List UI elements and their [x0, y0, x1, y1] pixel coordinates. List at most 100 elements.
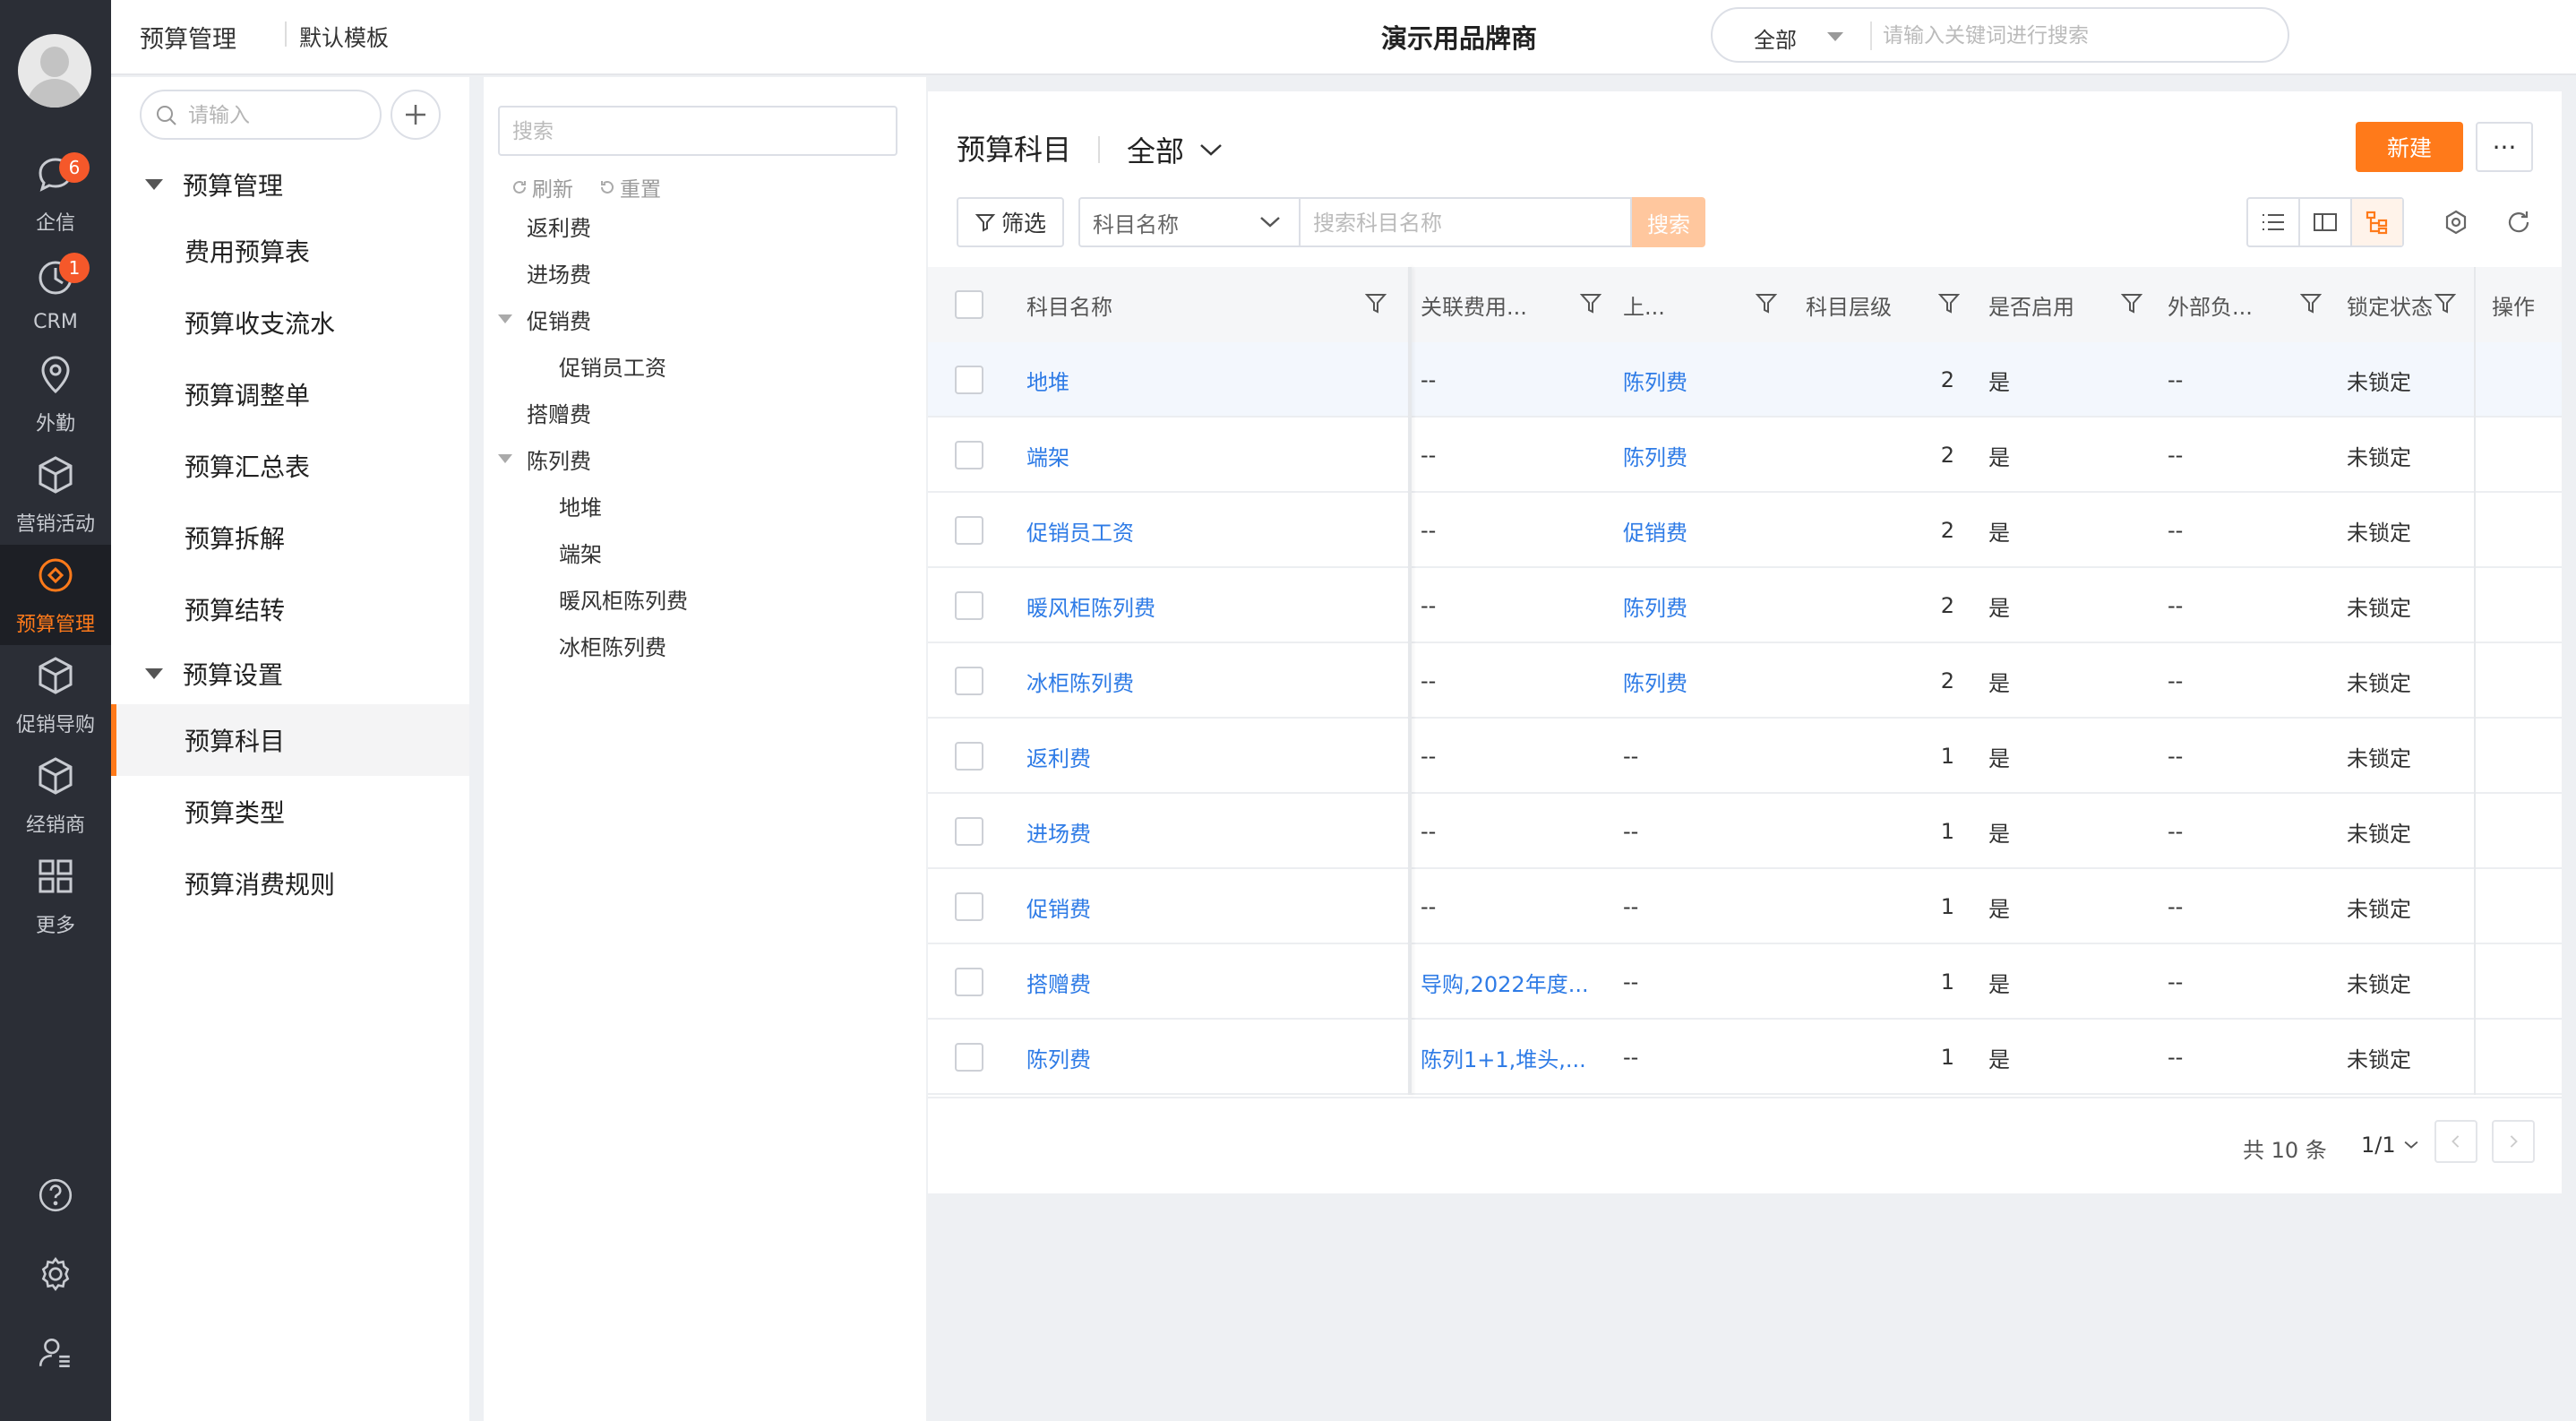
reload-icon[interactable] [2503, 206, 2535, 238]
menu-item[interactable]: 预算拆解 [111, 502, 469, 573]
cell-name[interactable]: 进场费 [1026, 794, 1394, 869]
cell-parent[interactable]: 陈列费 [1623, 568, 1784, 643]
table-row[interactable]: 地堆 -- 陈列费 2 是 -- 未锁定 [928, 342, 2562, 418]
rail-item-7[interactable]: 经销商 [0, 745, 111, 846]
cell-name[interactable]: 陈列费 [1026, 1020, 1394, 1095]
table-row[interactable]: 搭赠费 导购,2022年度... -- 1 是 -- 未锁定 [928, 944, 2562, 1020]
row-checkbox[interactable] [955, 968, 983, 996]
menu-item[interactable]: 预算消费规则 [111, 848, 469, 919]
tree-node[interactable]: 促销费 [498, 301, 591, 337]
row-checkbox[interactable] [955, 366, 983, 394]
search-button[interactable]: 搜索 [1632, 197, 1705, 247]
page-select[interactable]: 1/1 [2361, 1132, 2419, 1158]
tree-reset-button[interactable]: 重置 [598, 172, 661, 202]
list-view-button[interactable] [2248, 199, 2300, 245]
cell-name[interactable]: 搭赠费 [1026, 944, 1394, 1020]
rail-item-8[interactable]: 更多 [0, 846, 111, 946]
table-row[interactable]: 促销费 -- -- 1 是 -- 未锁定 [928, 869, 2562, 944]
rail-item-4[interactable]: 营销活动 [0, 444, 111, 545]
tree-node[interactable]: 地堆 [559, 487, 602, 523]
tree-node[interactable]: 搭赠费 [527, 394, 591, 430]
menu-item[interactable]: 预算类型 [111, 776, 469, 848]
table-row[interactable]: 促销员工资 -- 促销费 2 是 -- 未锁定 [928, 493, 2562, 568]
split-view-button[interactable] [2300, 199, 2352, 245]
add-menu-button[interactable] [391, 90, 441, 140]
prev-page-button[interactable] [2434, 1120, 2477, 1163]
tree-node[interactable]: 冰柜陈列费 [559, 627, 666, 663]
tree-node[interactable]: 陈列费 [498, 441, 591, 477]
cell-name[interactable]: 促销费 [1026, 869, 1394, 944]
table-row[interactable]: 暖风柜陈列费 -- 陈列费 2 是 -- 未锁定 [928, 568, 2562, 643]
template-switch[interactable]: 默认模板 [299, 21, 389, 53]
row-checkbox[interactable] [955, 591, 983, 620]
menu-item[interactable]: 预算结转 [111, 573, 469, 645]
user-settings-icon[interactable] [0, 1317, 111, 1389]
cell-related[interactable]: 导购,2022年度... [1421, 944, 1609, 1020]
column-filter-icon[interactable] [1755, 292, 1778, 321]
row-checkbox[interactable] [955, 892, 983, 921]
tree-node[interactable]: 返利费 [527, 208, 591, 244]
tree-refresh-button[interactable]: 刷新 [511, 172, 573, 202]
column-header[interactable]: 上... [1623, 267, 1793, 342]
keyword-search-input[interactable] [1313, 208, 1618, 238]
column-filter-icon[interactable] [2120, 292, 2143, 321]
row-checkbox[interactable] [955, 441, 983, 469]
column-header[interactable]: 操作 [2492, 267, 2562, 342]
rail-item-5[interactable]: 预算管理 [0, 545, 111, 645]
more-button[interactable]: ··· [2476, 122, 2533, 172]
rail-item-1[interactable]: 企信 6 [0, 143, 111, 244]
cell-parent[interactable]: 陈列费 [1623, 418, 1784, 493]
table-row[interactable]: 进场费 -- -- 1 是 -- 未锁定 [928, 794, 2562, 869]
menu-group[interactable]: 预算管理 [111, 158, 469, 211]
menu-item[interactable]: 预算汇总表 [111, 430, 469, 502]
cell-name[interactable]: 地堆 [1026, 342, 1394, 418]
tree-node[interactable]: 暖风柜陈列费 [559, 581, 688, 616]
cell-related[interactable]: 陈列1+1,堆头,... [1421, 1020, 1609, 1095]
user-avatar[interactable] [18, 34, 91, 108]
table-row[interactable]: 返利费 -- -- 1 是 -- 未锁定 [928, 719, 2562, 794]
rail-item-3[interactable]: 外勤 [0, 344, 111, 444]
column-header[interactable]: 锁定状态 [2347, 267, 2472, 342]
tree-search-input[interactable] [512, 116, 880, 147]
rail-item-2[interactable]: CRM 1 [0, 244, 111, 344]
cell-name[interactable]: 促销员工资 [1026, 493, 1394, 568]
new-button[interactable]: 新建 [2356, 122, 2463, 172]
column-header[interactable]: 是否启用 [1988, 267, 2159, 342]
cell-parent[interactable]: 陈列费 [1623, 342, 1784, 418]
search-field-select[interactable]: 科目名称 [1078, 197, 1299, 247]
column-filter-icon[interactable] [1937, 292, 1961, 321]
row-checkbox[interactable] [955, 817, 983, 846]
cell-parent[interactable]: 陈列费 [1623, 643, 1784, 719]
column-settings-icon[interactable] [2440, 206, 2472, 238]
tree-node[interactable]: 进场费 [527, 254, 591, 290]
select-all-checkbox[interactable] [955, 290, 983, 319]
cell-name[interactable]: 端架 [1026, 418, 1394, 493]
column-filter-icon[interactable] [1364, 292, 1387, 321]
cell-parent[interactable]: 促销费 [1623, 493, 1784, 568]
row-checkbox[interactable] [955, 516, 983, 545]
row-checkbox[interactable] [955, 1043, 983, 1072]
menu-item[interactable]: 费用预算表 [111, 215, 469, 287]
global-search-input[interactable] [1883, 18, 2268, 54]
tree-node[interactable]: 促销员工资 [559, 348, 666, 383]
row-checkbox[interactable] [955, 742, 983, 771]
table-row[interactable]: 端架 -- 陈列费 2 是 -- 未锁定 [928, 418, 2562, 493]
tree-node[interactable]: 端架 [559, 534, 602, 570]
row-checkbox[interactable] [955, 667, 983, 695]
search-scope-select[interactable]: 全部 [1754, 22, 1797, 54]
cell-name[interactable]: 返利费 [1026, 719, 1394, 794]
caret-down-icon[interactable] [498, 454, 512, 463]
tree-view-button[interactable] [2352, 199, 2402, 245]
menu-search-input[interactable] [188, 100, 367, 131]
rail-item-6[interactable]: 促销导购 [0, 645, 111, 745]
settings-gear-icon[interactable] [0, 1238, 111, 1310]
menu-item[interactable]: 预算收支流水 [111, 287, 469, 358]
menu-item[interactable]: 预算科目 [111, 704, 469, 776]
cell-name[interactable]: 暖风柜陈列费 [1026, 568, 1394, 643]
filter-button[interactable]: 筛选 [957, 197, 1064, 247]
column-filter-icon[interactable] [2299, 292, 2323, 321]
column-filter-icon[interactable] [1579, 292, 1602, 321]
column-header[interactable]: 外部负... [2168, 267, 2338, 342]
column-filter-icon[interactable] [2434, 292, 2457, 321]
column-header[interactable]: 关联费用... [1421, 267, 1618, 342]
